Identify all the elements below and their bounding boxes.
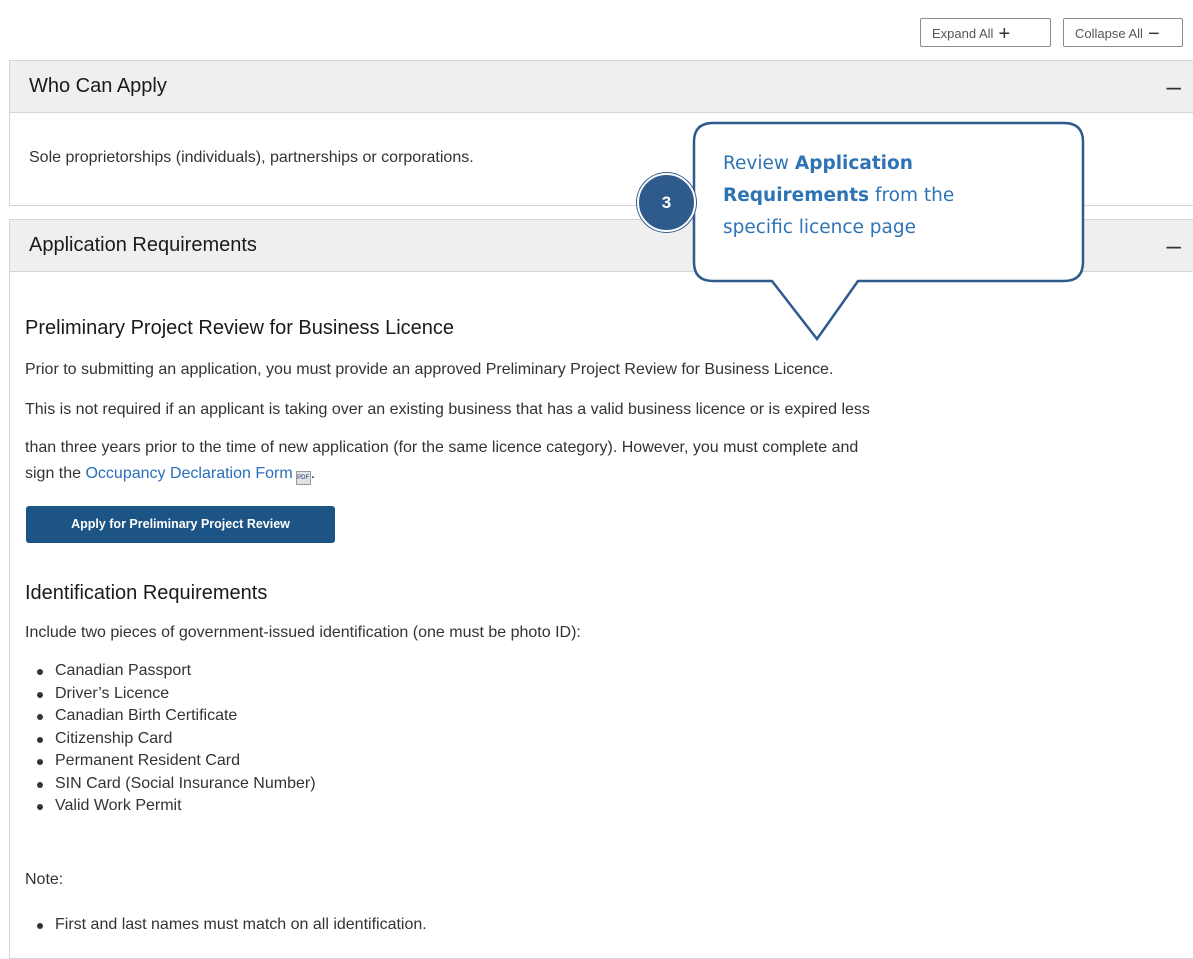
exception-line-1: This is not required if an applicant is … [25, 401, 870, 418]
note-label: Note: [25, 871, 64, 888]
exception-line-3: sign the Occupancy Declaration Form PDF. [25, 461, 315, 487]
identification-heading: Identification Requirements [25, 582, 268, 604]
minus-icon: − [1147, 23, 1160, 45]
identification-list: Canadian Passport Driver’s Licence Canad… [25, 660, 316, 818]
list-item: Valid Work Permit [25, 795, 316, 818]
plus-icon: + [998, 23, 1011, 45]
who-can-apply-header[interactable]: Who Can Apply – [10, 61, 1193, 113]
preliminary-review-heading: Preliminary Project Review for Business … [25, 317, 455, 339]
application-requirements-title: Application Requirements [29, 234, 257, 256]
list-item: Permanent Resident Card [25, 750, 316, 773]
note-list: First and last names must match on all i… [25, 914, 427, 936]
identification-intro: Include two pieces of government-issued … [25, 624, 581, 641]
accordion-toolbar: Expand All + Collapse All − [920, 18, 1183, 48]
callout-text: Review Application Requirements from the… [723, 148, 1073, 244]
list-item: Citizenship Card [25, 728, 316, 751]
list-item: Canadian Birth Certificate [25, 705, 316, 728]
step-number-badge: 3 [637, 173, 696, 232]
pdf-icon: PDF [295, 471, 311, 485]
collapse-icon[interactable]: – [1167, 71, 1181, 102]
occupancy-declaration-form-link[interactable]: Occupancy Declaration Form [85, 465, 292, 482]
expand-all-button[interactable]: Expand All + [920, 18, 1051, 47]
callout-line1-bold: Application [794, 153, 913, 174]
preliminary-review-text: Prior to submitting an application, you … [25, 361, 834, 378]
collapse-all-label: Collapse All [1075, 26, 1143, 41]
who-can-apply-title: Who Can Apply [29, 75, 167, 97]
list-item: Driver’s Licence [25, 683, 316, 706]
callout-line3: specific licence page [723, 217, 916, 238]
list-item: First and last names must match on all i… [25, 914, 427, 936]
list-item: SIN Card (Social Insurance Number) [25, 773, 316, 796]
exception-prefix: sign the [25, 465, 86, 482]
collapse-all-button[interactable]: Collapse All − [1063, 18, 1183, 47]
callout-line2-bold: Requirements [723, 185, 870, 206]
collapse-icon[interactable]: – [1167, 230, 1181, 261]
exception-suffix: . [310, 465, 316, 482]
expand-all-label: Expand All [932, 26, 994, 41]
callout-line2-suffix: from the [869, 185, 955, 206]
who-can-apply-text: Sole proprietorships (individuals), part… [29, 149, 474, 166]
callout-line1-prefix: Review [723, 153, 795, 174]
list-item: Canadian Passport [25, 660, 316, 683]
exception-line-2: than three years prior to the time of ne… [25, 439, 859, 456]
apply-preliminary-review-button[interactable]: Apply for Preliminary Project Review [26, 506, 335, 543]
